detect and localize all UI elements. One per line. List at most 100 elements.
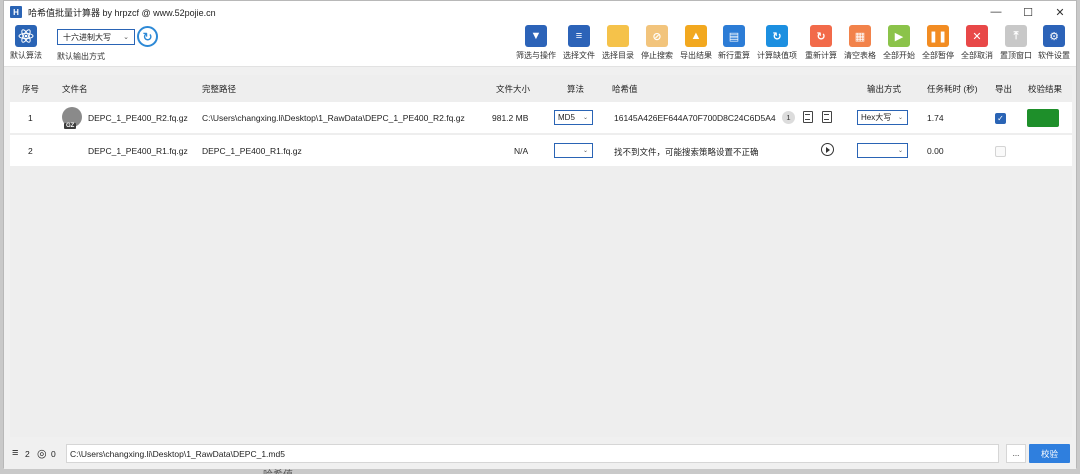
header-size[interactable]: 文件大小: [496, 83, 530, 95]
list-count: 2: [25, 449, 30, 459]
cancel-all-label: 全部取消: [961, 51, 993, 60]
verify-button[interactable]: 校验: [1029, 444, 1070, 463]
header-verify[interactable]: 校验结果: [1028, 83, 1062, 95]
clear-table-icon: ▦: [849, 25, 871, 47]
browse-button[interactable]: ...: [1006, 444, 1026, 463]
row-hash: 找不到文件，可能搜索策略设置不正确: [614, 147, 759, 157]
filter-button[interactable]: ▼ 筛选与操作: [516, 25, 556, 61]
row-filename: DEPC_1_PE400_R1.fq.gz: [88, 146, 188, 156]
settings-button[interactable]: ⚙ 软件设置: [1038, 25, 1070, 61]
choose-dir-icon: [607, 25, 629, 47]
choose-file-icon: ≡: [568, 25, 590, 47]
document-icon[interactable]: [803, 111, 813, 123]
filter-icon: ▼: [525, 25, 547, 47]
row-size: 981.2 MB: [492, 113, 529, 123]
row-index: 2: [28, 146, 33, 156]
export-checkbox[interactable]: [995, 146, 1006, 157]
header-time[interactable]: 任务耗时 (秒): [927, 83, 978, 95]
header-index[interactable]: 序号: [22, 83, 39, 95]
header-path[interactable]: 完整路径: [202, 83, 236, 95]
row-path: DEPC_1_PE400_R1.fq.gz: [202, 146, 302, 156]
recalc-label: 重新计算: [805, 51, 837, 60]
row-hash[interactable]: 16145A426EF644A70F700D8C24C6D5A4: [614, 113, 776, 123]
filter-label: 筛选与操作: [516, 51, 556, 60]
row-time: 1.74: [927, 113, 944, 123]
close-button[interactable]: ✕: [1044, 1, 1076, 23]
row-path: C:\Users\changxing.li\Desktop\1_RawData\…: [202, 113, 465, 123]
minimize-button[interactable]: —: [980, 1, 1012, 23]
window-title: 哈希值批量计算器 by hrpzcf @ www.52pojie.cn: [28, 7, 216, 18]
md5-path-input[interactable]: C:\Users\changxing.li\Desktop\1_RawData\…: [66, 444, 999, 463]
cancel-all-button[interactable]: ✕ 全部取消: [961, 25, 993, 61]
header-algo[interactable]: 算法: [567, 83, 584, 95]
task-table: 序号 文件名 完整路径 文件大小 算法 哈希值 输出方式 任务耗时 (秒) 导出…: [10, 75, 1072, 437]
recalc-icon: ↻: [810, 25, 832, 47]
background-window-text: 哈希值: [263, 466, 293, 474]
newline-recalc-button[interactable]: ▤ 新行重算: [718, 25, 750, 61]
output-value: Hex大写: [861, 113, 892, 122]
algo-select[interactable]: MD5 ⌄: [554, 110, 593, 125]
settings-icon: ⚙: [1043, 25, 1065, 47]
app-logo-icon: H: [10, 6, 22, 18]
export-result-icon: ▲: [685, 25, 707, 47]
default-algo-button[interactable]: 默认算法: [10, 25, 42, 61]
clear-table-button[interactable]: ▦ 清空表格: [844, 25, 876, 61]
header-output[interactable]: 输出方式: [867, 83, 901, 95]
pause-all-button[interactable]: ❚❚ 全部暂停: [922, 25, 954, 61]
settings-label: 软件设置: [1038, 51, 1070, 60]
output-format-value: 十六进制大写: [63, 32, 111, 42]
start-all-button[interactable]: ▶ 全部开始: [883, 25, 915, 61]
choose-dir-label: 选择目录: [602, 51, 634, 60]
gz-badge: GZ: [64, 123, 77, 129]
ring-icon: ◎: [37, 448, 47, 460]
table-row[interactable]: 2 DEPC_1_PE400_R1.fq.gz DEPC_1_PE400_R1.…: [10, 135, 1072, 166]
choose-file-button[interactable]: ≡ 选择文件: [563, 25, 595, 61]
start-all-label: 全部开始: [883, 51, 915, 60]
output-format-select[interactable]: 十六进制大写 ⌄: [57, 29, 135, 45]
cancel-all-icon: ✕: [966, 25, 988, 47]
chevron-down-icon: ⌄: [897, 148, 903, 154]
chevron-down-icon: ⌄: [123, 34, 129, 41]
pin-top-button[interactable]: ⤒ 置顶窗口: [1000, 25, 1032, 61]
toolbar: 默认算法 十六进制大写 ⌄ ↻ 默认输出方式 ▼ 筛选与操作 ≡ 选择文件 选择目录 ⊘ 停…: [4, 23, 1076, 67]
export-checkbox[interactable]: ✓: [995, 113, 1006, 124]
stop-search-icon: ⊘: [646, 25, 668, 47]
calc-missing-icon: ↻: [766, 25, 788, 47]
algo-select[interactable]: ⌄: [554, 143, 593, 158]
output-select[interactable]: Hex大写 ⌄: [857, 110, 908, 125]
header-hash[interactable]: 哈希值: [612, 83, 638, 95]
choose-dir-button[interactable]: 选择目录: [602, 25, 634, 61]
gz-archive-icon: GZ: [62, 107, 82, 129]
header-export[interactable]: 导出: [995, 83, 1012, 95]
stop-search-button[interactable]: ⊘ 停止搜索: [641, 25, 673, 61]
export-result-button[interactable]: ▲ 导出结果: [680, 25, 712, 61]
pause-all-label: 全部暂停: [922, 51, 954, 60]
default-output-label: 默认输出方式: [57, 52, 105, 61]
recalc-button[interactable]: ↻ 重新计算: [805, 25, 837, 61]
play-icon[interactable]: [821, 143, 834, 156]
pin-top-label: 置顶窗口: [1000, 51, 1032, 60]
chevron-down-icon: ⌄: [582, 115, 588, 121]
calc-missing-label: 计算缺值项: [757, 51, 797, 60]
row-size: N/A: [514, 146, 529, 156]
status-bar: ≡ 2 ◎ 0 C:\Users\changxing.li\Desktop\1_…: [4, 439, 1076, 469]
default-algo-label: 默认算法: [10, 51, 42, 60]
refresh-icon[interactable]: ↻: [137, 26, 158, 47]
verify-result-indicator: [1027, 109, 1059, 127]
pin-top-icon: ⤒: [1005, 25, 1027, 47]
row-index: 1: [28, 113, 33, 123]
stop-search-label: 停止搜索: [641, 51, 673, 60]
maximize-button[interactable]: ☐: [1012, 1, 1044, 23]
header-filename[interactable]: 文件名: [62, 83, 88, 95]
algo-value: MD5: [558, 113, 575, 122]
document-list-icon[interactable]: [822, 111, 832, 123]
pause-all-icon: ❚❚: [927, 25, 949, 47]
export-result-label: 导出结果: [680, 51, 712, 60]
table-row[interactable]: 1 GZ DEPC_1_PE400_R2.fq.gz C:\Users\chan…: [10, 102, 1072, 133]
hash-count-badge: 1: [782, 111, 795, 124]
calc-missing-button[interactable]: ↻ 计算缺值项: [757, 25, 797, 61]
output-select[interactable]: ⌄: [857, 143, 908, 158]
row-time: 0.00: [927, 146, 944, 156]
atom-icon: [15, 25, 37, 47]
clear-table-label: 清空表格: [844, 51, 876, 60]
